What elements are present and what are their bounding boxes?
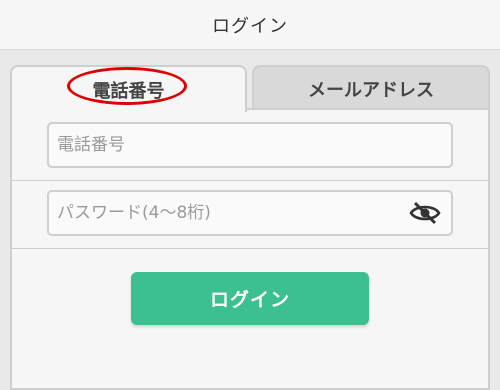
password-input[interactable] bbox=[49, 203, 397, 223]
tab-phone-number-label: 電話番号 bbox=[92, 80, 165, 102]
tab-email-address-label: メールアドレス bbox=[308, 79, 434, 101]
login-button-label: ログイン bbox=[209, 289, 290, 311]
app-header: ログイン bbox=[0, 0, 500, 50]
tab-email-address[interactable]: メールアドレス bbox=[252, 65, 490, 110]
eye-slash-icon[interactable] bbox=[409, 200, 441, 226]
form-row-divider bbox=[12, 248, 488, 249]
phone-number-field[interactable] bbox=[47, 122, 453, 168]
login-button[interactable]: ログイン bbox=[131, 272, 369, 325]
tab-phone-number[interactable]: 電話番号 bbox=[10, 65, 247, 112]
page-title: ログイン bbox=[212, 15, 288, 37]
password-field[interactable] bbox=[47, 190, 453, 236]
form-row-divider bbox=[12, 180, 488, 181]
phone-number-input[interactable] bbox=[49, 135, 397, 155]
